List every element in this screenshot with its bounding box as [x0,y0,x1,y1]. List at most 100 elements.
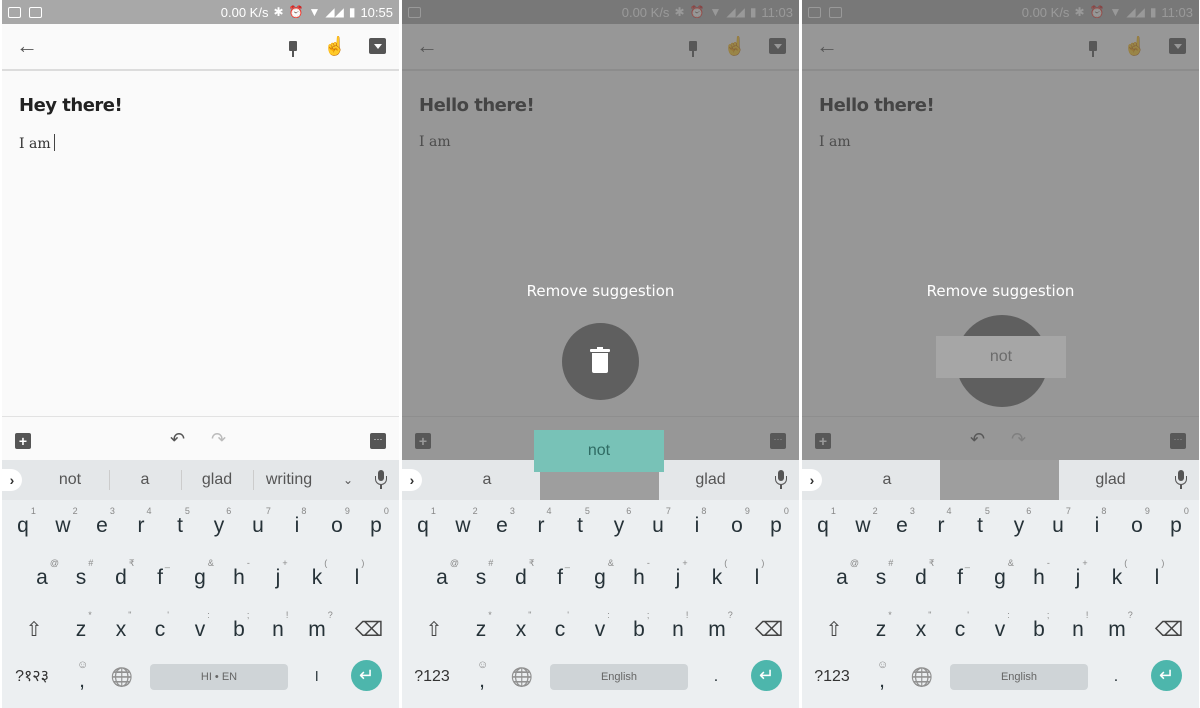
key-l[interactable]: l) [339,552,375,604]
key-p[interactable]: p0 [758,500,794,552]
key-b[interactable]: b; [1021,604,1057,656]
note-body[interactable]: I am [419,134,451,150]
period-key[interactable]: . [698,656,734,708]
pin-button[interactable] [683,36,703,57]
key-z[interactable]: z * [463,604,499,656]
key-x[interactable]: x " [903,604,939,656]
key-e[interactable]: e3 [884,500,920,552]
key-s[interactable]: s # [463,552,499,604]
expand-icon[interactable]: › [802,469,822,491]
key-y[interactable]: y6 [601,500,637,552]
key-l[interactable]: l) [739,552,775,604]
key-v[interactable]: v: [982,604,1018,656]
note-title[interactable]: Hey there! [19,95,123,116]
key-f[interactable]: f _ [942,552,978,604]
backspace-key[interactable]: ⌫ [748,604,790,656]
key-d[interactable]: d ₹ [903,552,939,604]
key-q[interactable]: q1 [5,500,41,552]
symbols-key[interactable]: ?123 [404,656,460,708]
key-k[interactable]: k( [699,552,735,604]
key-h[interactable]: h- [221,552,257,604]
key-z[interactable]: z * [63,604,99,656]
enter-key[interactable]: ↵ [1151,660,1182,691]
microphone-icon[interactable] [375,470,387,490]
suggestion-item[interactable]: glad [1058,460,1163,500]
key-v[interactable]: v: [182,604,218,656]
key-g[interactable]: g & [982,552,1018,604]
key-b[interactable]: b; [221,604,257,656]
backspace-key[interactable]: ⌫ [1148,604,1190,656]
suggestion-item[interactable]: glad [182,460,252,500]
key-p[interactable]: p0 [358,500,394,552]
key-u[interactable]: u7 [1040,500,1076,552]
key-t[interactable]: t5 [562,500,598,552]
period-key[interactable]: । [298,656,334,708]
undo-icon[interactable]: ↶ [970,429,985,450]
reminder-button[interactable]: ☝ [324,36,346,56]
key-c[interactable]: c ' [942,604,978,656]
key-w[interactable]: w2 [845,500,881,552]
archive-button[interactable] [1167,36,1187,56]
key-s[interactable]: s # [63,552,99,604]
key-m[interactable]: m? [699,604,735,656]
key-r[interactable]: r4 [923,500,959,552]
key-c[interactable]: c ' [542,604,578,656]
space-bar[interactable]: HI • EN [150,664,288,690]
key-t[interactable]: t5 [962,500,998,552]
add-icon[interactable]: + [815,433,831,449]
globe-icon[interactable]: 🌐 [902,656,942,708]
key-w[interactable]: w2 [45,500,81,552]
enter-key[interactable]: ↵ [351,660,382,691]
key-k[interactable]: k( [299,552,335,604]
redo-icon[interactable]: ↷ [1011,429,1026,450]
note-body[interactable]: I am [19,134,55,152]
key-i[interactable]: i8 [279,500,315,552]
period-key[interactable]: . [1098,656,1134,708]
backspace-key[interactable]: ⌫ [348,604,390,656]
key-v[interactable]: v: [582,604,618,656]
archive-button[interactable] [367,36,387,56]
key-a[interactable]: a @ [424,552,460,604]
globe-icon[interactable]: 🌐 [102,656,142,708]
key-t[interactable]: t5 [162,500,198,552]
key-o[interactable]: o9 [319,500,355,552]
key-f[interactable]: f _ [542,552,578,604]
key-j[interactable]: j + [1060,552,1096,604]
key-y[interactable]: y6 [1001,500,1037,552]
note-body[interactable]: I am [819,134,851,150]
more-options-icon[interactable]: ··· [770,433,786,449]
key-n[interactable]: n! [660,604,696,656]
pin-button[interactable] [283,36,303,57]
enter-key[interactable]: ↵ [751,660,782,691]
key-s[interactable]: s # [863,552,899,604]
symbols-key[interactable]: ?123 [804,656,860,708]
key-p[interactable]: p0 [1158,500,1194,552]
key-d[interactable]: d ₹ [103,552,139,604]
globe-icon[interactable]: 🌐 [502,656,542,708]
shift-key[interactable]: ⇧ [414,604,454,656]
key-o[interactable]: o9 [1119,500,1155,552]
key-m[interactable]: m? [1099,604,1135,656]
undo-icon[interactable]: ↶ [170,429,185,450]
reminder-button[interactable]: ☝ [1124,36,1146,56]
key-l[interactable]: l) [1139,552,1175,604]
space-bar[interactable]: English [550,664,688,690]
key-h[interactable]: h- [621,552,657,604]
key-m[interactable]: m? [299,604,335,656]
reminder-button[interactable]: ☝ [724,36,746,56]
suggestion-item[interactable]: a [432,460,542,500]
redo-icon[interactable]: ↷ [211,429,226,450]
back-arrow-icon[interactable]: ← [816,34,838,58]
note-title[interactable]: Hello there! [819,95,935,116]
microphone-icon[interactable] [1175,470,1187,490]
key-g[interactable]: g & [182,552,218,604]
chevron-down-icon[interactable]: ⌄ [343,460,353,500]
key-e[interactable]: e3 [84,500,120,552]
dragged-suggestion[interactable]: not [936,336,1066,378]
key-r[interactable]: r4 [523,500,559,552]
key-k[interactable]: k( [1099,552,1135,604]
key-q[interactable]: q1 [405,500,441,552]
emoji-comma-key[interactable]: ☺ , [464,656,500,708]
more-options-icon[interactable]: ··· [370,433,386,449]
space-bar[interactable]: English [950,664,1088,690]
